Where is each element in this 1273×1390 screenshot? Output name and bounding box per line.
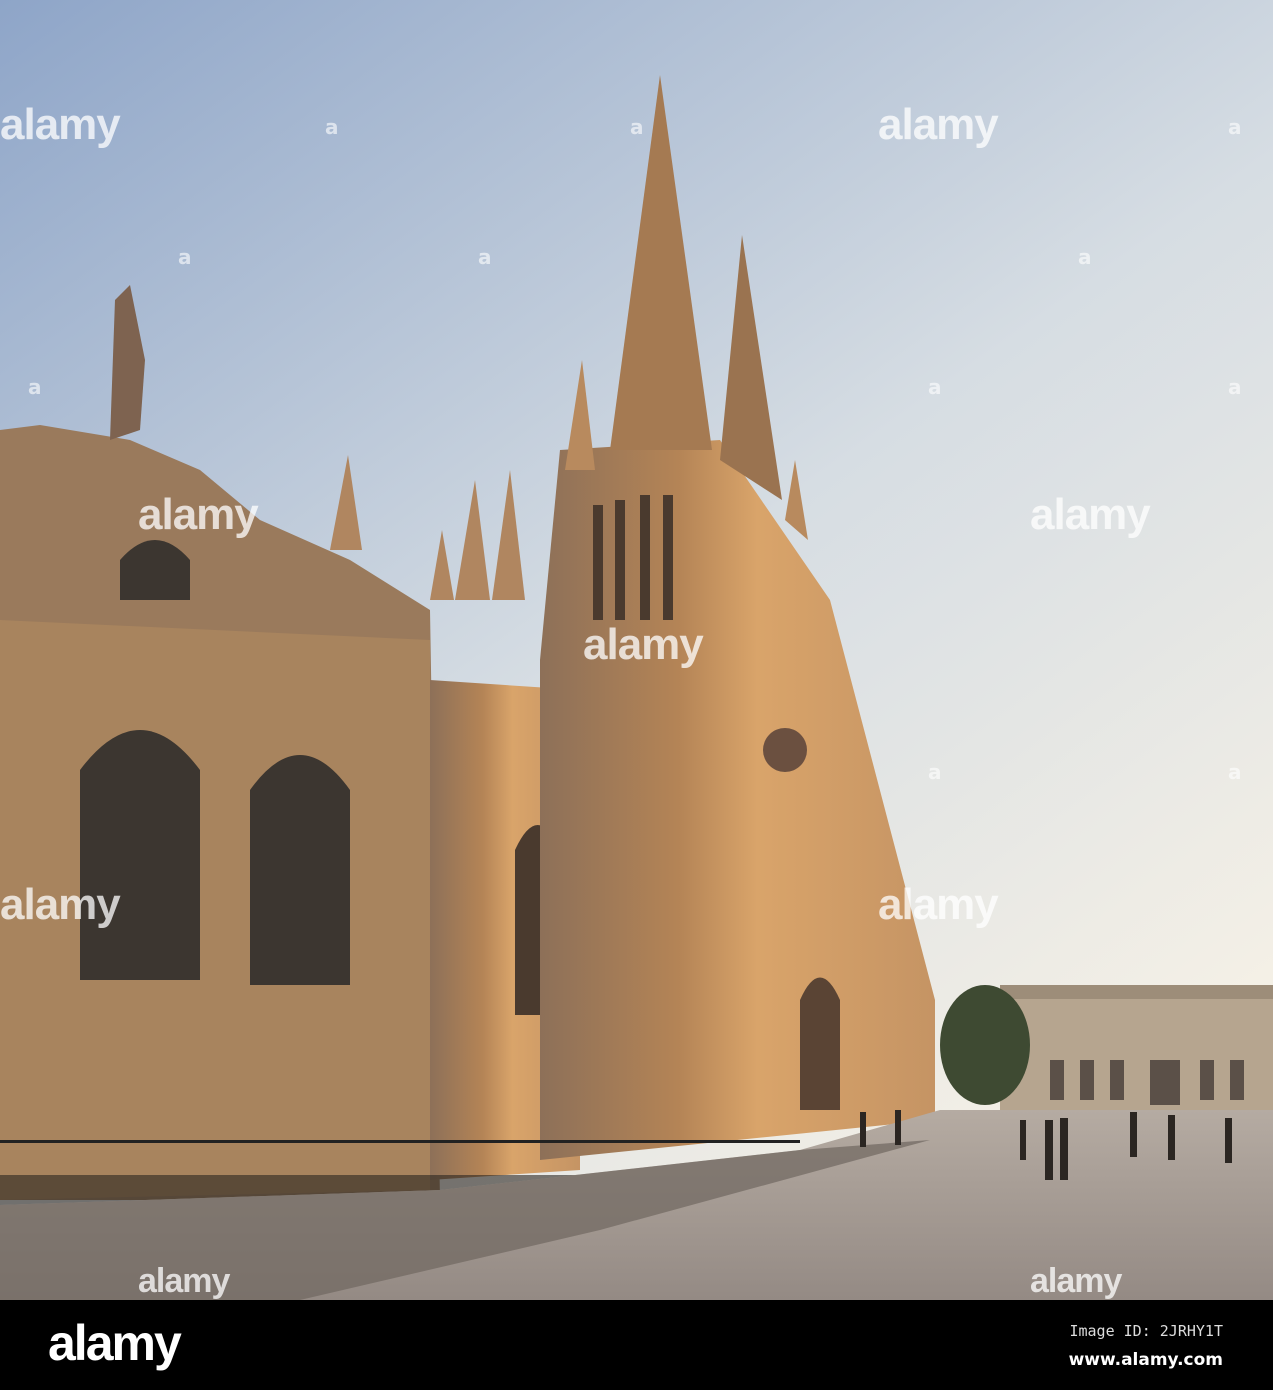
watermark: alamy — [583, 620, 704, 669]
background-building — [940, 985, 1273, 1110]
watermark-mark: a — [1228, 115, 1242, 139]
watermark-mark: a — [1078, 245, 1092, 269]
watermark-mark: a — [1228, 760, 1242, 784]
footer-bar: alamy Image ID: 2JRHY1T www.alamy.com — [0, 1300, 1273, 1390]
watermark-mark: a — [478, 245, 492, 269]
watermark-mark: a — [1228, 375, 1242, 399]
watermark-mark: a — [928, 760, 942, 784]
watermark: alamy — [0, 880, 121, 929]
watermark-mark: a — [28, 375, 42, 399]
watermark-mark: a — [928, 375, 942, 399]
watermark: alamy — [1030, 1262, 1122, 1300]
watermark-mark: a — [325, 115, 339, 139]
watermark: alamy — [878, 880, 999, 929]
watermark-mark: a — [630, 115, 644, 139]
watermark: alamy — [138, 1262, 230, 1300]
alamy-logo: alamy — [48, 1315, 182, 1371]
watermark: alamy — [878, 100, 999, 149]
watermark: alamy — [1030, 490, 1151, 539]
website-link[interactable]: www.alamy.com — [1069, 1350, 1223, 1370]
watermark-mark: a — [178, 245, 192, 269]
stock-photo-page: alamy alamy alamy alamy alamy alamy alam… — [0, 0, 1273, 1390]
watermark: alamy — [0, 100, 121, 149]
watermark: alamy — [138, 490, 259, 539]
image-id: Image ID: 2JRHY1T — [1069, 1322, 1223, 1340]
